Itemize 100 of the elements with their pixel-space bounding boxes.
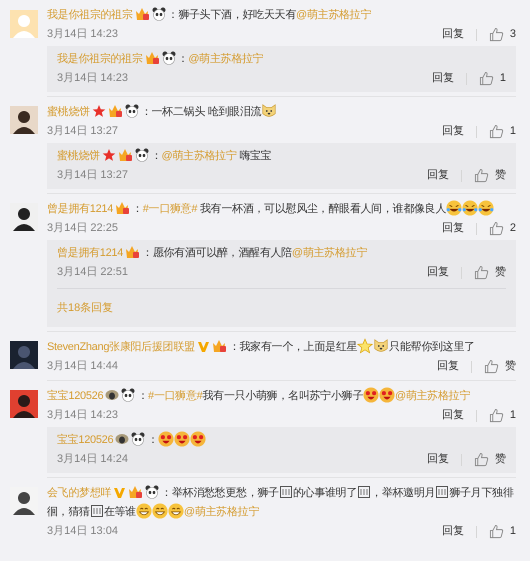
like-count: 赞 bbox=[495, 452, 506, 468]
missing-glyph-icon bbox=[358, 486, 370, 498]
like-count: 1 bbox=[500, 71, 506, 86]
reply-link[interactable]: 回复 bbox=[442, 220, 464, 237]
thumbs-up-icon[interactable] bbox=[474, 452, 489, 467]
comment-text: 我是你祖宗的祖宗 ：@萌主苏格拉宁 bbox=[57, 50, 264, 67]
thumbs-up-icon[interactable] bbox=[488, 124, 504, 139]
grinning-emoji-icon bbox=[136, 503, 152, 519]
username-link[interactable]: 我是你祖宗的祖宗 bbox=[57, 53, 143, 65]
heart-eyes-emoji-icon bbox=[190, 431, 206, 447]
like-count: 1 bbox=[510, 124, 516, 140]
laughing-emoji-icon bbox=[446, 200, 462, 216]
reply-link[interactable]: 回复 bbox=[437, 358, 459, 375]
comment-text: 曾是拥有1214 ：愿你有酒可以醉，酒醒有人陪@萌主苏格拉宁 bbox=[57, 244, 368, 261]
dog-emoji-icon bbox=[261, 103, 278, 119]
thumbs-up-icon[interactable] bbox=[474, 265, 489, 280]
like-count: 1 bbox=[510, 408, 516, 424]
reply-link[interactable]: 回复 bbox=[442, 26, 464, 43]
mention-link[interactable]: #一口狮意# bbox=[142, 203, 198, 215]
like-count: 赞 bbox=[495, 265, 506, 280]
username-link[interactable]: 宝宝120526 bbox=[57, 434, 114, 446]
reply-link[interactable]: 回复 bbox=[432, 70, 454, 87]
like-count: 3 bbox=[510, 27, 516, 42]
mention-link[interactable]: @萌主苏格拉宁 bbox=[162, 150, 237, 162]
thumbs-up-icon[interactable] bbox=[474, 168, 489, 183]
heart-eyes-emoji-icon bbox=[158, 431, 174, 447]
username-link[interactable]: 宝宝120526 bbox=[47, 390, 104, 402]
username-link[interactable]: 会飞的梦想咩 bbox=[47, 487, 112, 499]
mention-link[interactable]: @萌主苏格拉宁 bbox=[188, 53, 264, 65]
missing-glyph-icon bbox=[436, 486, 448, 498]
panda-icon bbox=[145, 485, 160, 499]
missing-glyph-icon bbox=[90, 505, 103, 517]
reply-link[interactable]: 回复 bbox=[427, 167, 449, 184]
comment-text: 宝宝120526 ：#一口狮意#我有一只小萌狮，名叫苏宁小狮子 @萌主苏格拉宁 bbox=[47, 387, 516, 406]
thumbs-up-icon[interactable] bbox=[488, 408, 504, 423]
like-count: 赞 bbox=[505, 359, 516, 374]
laughing-emoji-icon bbox=[478, 200, 494, 216]
like-count: 2 bbox=[510, 221, 516, 236]
like-count: 赞 bbox=[495, 168, 506, 184]
panda-icon bbox=[131, 432, 146, 446]
crown-icon bbox=[115, 201, 130, 215]
star-emoji-icon bbox=[357, 338, 374, 354]
crown-icon bbox=[108, 104, 123, 118]
grinning-emoji-icon bbox=[168, 503, 184, 519]
reply-link[interactable]: 回复 bbox=[442, 523, 464, 540]
reply-link[interactable]: 回复 bbox=[442, 407, 464, 424]
username-link[interactable]: 曾是拥有1214 bbox=[47, 203, 114, 215]
mention-link[interactable]: @萌主苏格拉宁 bbox=[184, 506, 259, 518]
comment-text: 我是你祖宗的祖宗 ：狮子头下酒，好吃天天有@萌主苏格拉宁 bbox=[47, 6, 372, 23]
grinning-emoji-icon bbox=[152, 503, 168, 519]
comment-text: 曾是拥有1214 ：#一口狮意# 我有一杯酒，可以慰风尘，醉眼看人间，谁都像良人 bbox=[47, 200, 516, 219]
heart-eyes-emoji-icon bbox=[378, 387, 395, 403]
crown-icon bbox=[212, 339, 227, 353]
thumbs-up-icon[interactable] bbox=[488, 221, 504, 236]
verified-icon bbox=[196, 340, 210, 353]
thumbs-up-icon[interactable] bbox=[478, 71, 494, 86]
username-link[interactable]: 曾是拥有1214 bbox=[57, 247, 124, 259]
heart-eyes-emoji-icon bbox=[362, 387, 379, 403]
heart-eyes-emoji-icon bbox=[174, 431, 190, 447]
mention-link[interactable]: @萌主苏格拉宁 bbox=[296, 9, 372, 21]
mention-link[interactable]: @萌主苏格拉宁 bbox=[292, 247, 367, 259]
reply-link[interactable]: 回复 bbox=[427, 264, 449, 281]
timestamp: 3月14日 22:25 bbox=[47, 221, 119, 236]
crown-icon bbox=[118, 148, 133, 162]
crown-icon bbox=[144, 51, 160, 65]
comment-text: 蜜桃烧饼 ：一杯二锅头 呛到眼泪流 bbox=[47, 103, 516, 122]
timestamp: 3月14日 14:23 bbox=[47, 27, 119, 42]
more-replies-link[interactable]: 共18条回复 bbox=[57, 302, 114, 314]
timestamp: 3月14日 14:23 bbox=[57, 71, 129, 86]
crown-icon bbox=[134, 7, 150, 21]
comment-text: 宝宝120526 ： bbox=[57, 431, 506, 450]
mention-link[interactable]: @萌主苏格拉宁 bbox=[394, 390, 470, 402]
comment-text: 蜜桃烧饼 ：@萌主苏格拉宁 嗨宝宝 bbox=[57, 147, 272, 164]
thumbs-up-icon[interactable] bbox=[488, 524, 504, 539]
thumbs-up-icon[interactable] bbox=[488, 27, 504, 42]
dog-emoji-icon bbox=[373, 338, 390, 354]
verified-icon bbox=[113, 486, 126, 499]
like-count: 1 bbox=[510, 524, 516, 540]
mention-link[interactable]: #一口狮意# bbox=[148, 390, 202, 402]
username-link[interactable]: 蜜桃烧饼 bbox=[47, 106, 90, 118]
timestamp: 3月14日 13:04 bbox=[47, 524, 119, 540]
timestamp: 3月14日 14:23 bbox=[47, 408, 119, 424]
laughing-emoji-icon bbox=[462, 200, 478, 216]
panda-icon bbox=[152, 7, 166, 21]
timestamp: 3月14日 14:24 bbox=[57, 452, 129, 468]
username-link[interactable]: 蜜桃烧饼 bbox=[57, 150, 100, 162]
timestamp: 3月14日 22:51 bbox=[57, 265, 129, 280]
comment-text: 会飞的梦想咩 ：举杯消愁愁更愁，狮子 的心事谁明了 ，举杯邀明月 狮子月下独徘徊，猜猜 在等谁 @萌主苏格拉宁 bbox=[47, 484, 515, 521]
reply-link[interactable]: 回复 bbox=[442, 123, 464, 140]
panda-icon bbox=[162, 51, 176, 65]
comment-text: StevenZhang张康阳后援团联盟 ：我家有一个，上面是红星 只能帮你到这里了 bbox=[47, 338, 516, 357]
timestamp: 3月14日 13:27 bbox=[47, 124, 119, 140]
username-link[interactable]: 我是你祖宗的祖宗 bbox=[47, 9, 133, 21]
crown-icon bbox=[125, 245, 140, 259]
missing-glyph-icon bbox=[280, 486, 292, 498]
username-link[interactable]: StevenZhang张康阳后援团联盟 bbox=[47, 341, 195, 353]
star-icon bbox=[92, 104, 106, 118]
thumbs-up-icon[interactable] bbox=[484, 359, 499, 374]
timestamp: 3月14日 14:44 bbox=[47, 359, 119, 374]
reply-link[interactable]: 回复 bbox=[427, 451, 449, 468]
